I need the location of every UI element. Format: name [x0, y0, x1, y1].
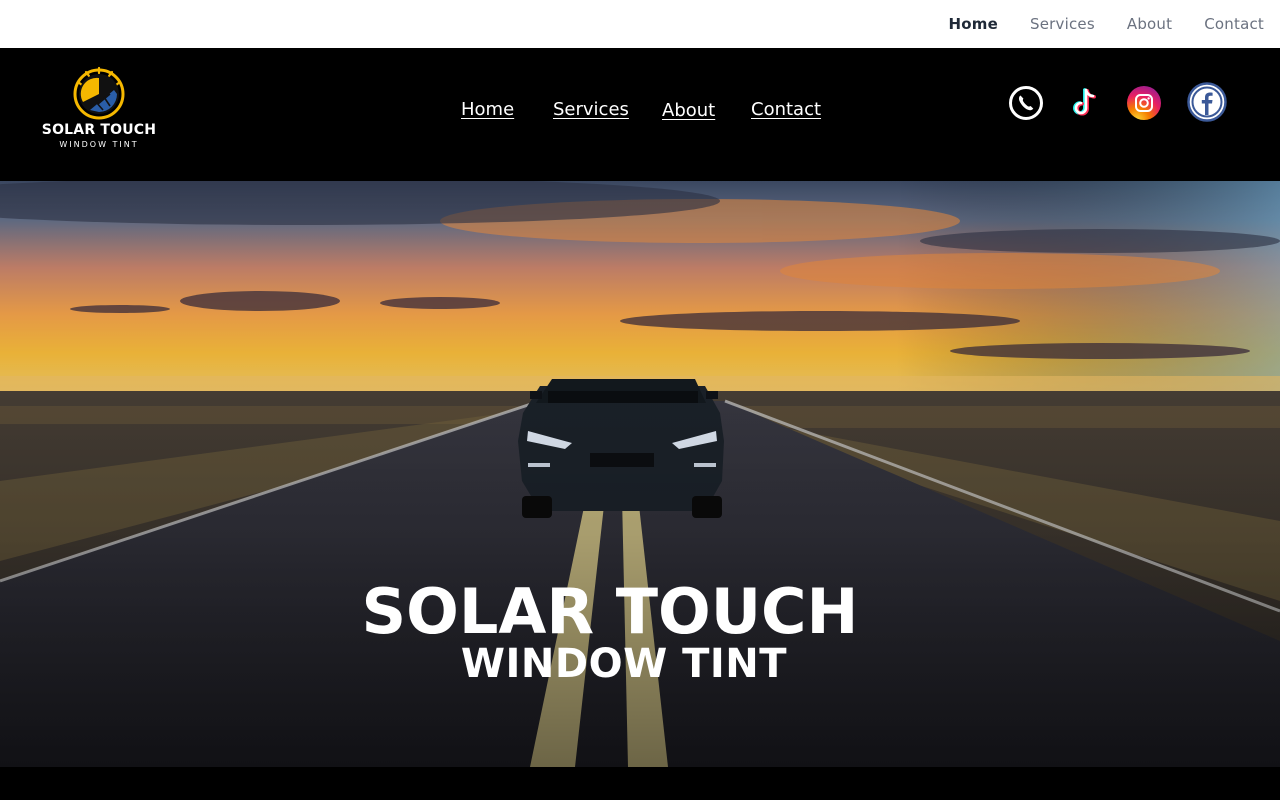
sun-window-logo-icon	[73, 66, 125, 120]
main-nav-about-link[interactable]: About	[662, 100, 715, 121]
facebook-icon[interactable]	[1187, 82, 1227, 122]
main-nav-services-link[interactable]: Services	[553, 99, 629, 120]
logo-title: SOLAR TOUCH	[41, 122, 157, 138]
hero-subtitle: WINDOW TINT	[460, 641, 788, 687]
top-nav-home-link[interactable]: Home	[949, 15, 998, 33]
main-nav-contact-link[interactable]: Contact	[751, 99, 821, 120]
bottom-strip	[0, 767, 1280, 800]
top-nav: Home Services About Contact	[0, 0, 1280, 48]
phone-icon[interactable]	[1008, 85, 1044, 121]
logo-subtitle: WINDOW TINT	[59, 140, 139, 149]
hero-section: SOLAR TOUCH WINDOW TINT	[0, 181, 1280, 767]
top-nav-about-link[interactable]: About	[1127, 15, 1172, 33]
tiktok-icon[interactable]	[1067, 84, 1103, 120]
top-nav-services-link[interactable]: Services	[1030, 15, 1095, 33]
site-header: SOLAR TOUCH WINDOW TINT Home Services Ab…	[0, 48, 1280, 181]
top-nav-contact-link[interactable]: Contact	[1204, 15, 1264, 33]
hero-title: SOLAR TOUCH	[361, 575, 859, 648]
logo[interactable]: SOLAR TOUCH WINDOW TINT	[38, 66, 160, 154]
instagram-icon[interactable]	[1126, 85, 1162, 121]
main-nav-home-link[interactable]: Home	[461, 99, 514, 120]
